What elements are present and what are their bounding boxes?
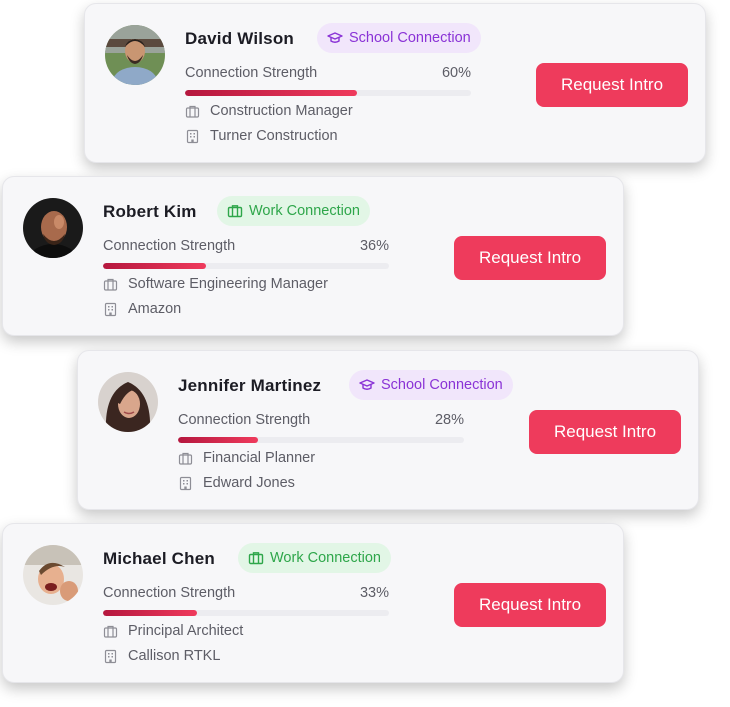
school-connection-badge: School Connection [317,23,481,53]
avatar [23,545,83,605]
contact-name: Michael Chen [103,549,215,568]
contact-name: Robert Kim [103,202,197,221]
company-text: Turner Construction [210,128,338,144]
company: Edward Jones [178,475,295,491]
company: Turner Construction [185,128,338,144]
graduation-cap-icon [359,377,375,393]
avatar [105,25,165,85]
job-title-text: Software Engineering Manager [128,276,328,292]
connection-strength-label: Connection Strength [178,412,311,428]
badge-label: School Connection [349,30,471,46]
briefcase-icon [178,451,193,466]
contact-name: Jennifer Martinez [178,376,322,395]
company-text: Amazon [128,301,182,317]
job-title: Construction Manager [185,103,353,119]
graduation-cap-icon [327,30,343,46]
company-text: Edward Jones [203,475,295,491]
avatar [23,198,83,258]
connection-strength-fill [178,437,259,443]
work-connection-badge: Work Connection [217,196,370,226]
briefcase-icon [103,624,118,639]
connection-strength-label: Connection Strength [103,238,236,254]
connection-strength-value: 60% [441,65,471,81]
connection-strength-fill [103,263,206,269]
connection-card-jennifer-martinez: Jennifer Martinez School Connection Conn… [77,350,699,510]
job-title: Financial Planner [178,450,315,466]
connection-strength-bar [103,610,389,616]
connection-strength-bar [103,263,389,269]
connection-card-david-wilson: David Wilson School Connection Connectio… [84,3,706,163]
connection-card-michael-chen: Michael Chen Work Connection Connection … [2,523,624,683]
building-icon [178,476,193,491]
briefcase-icon [185,104,200,119]
job-title: Principal Architect [103,623,243,639]
connections-stage: David Wilson School Connection Connectio… [0,0,730,707]
connection-card-robert-kim: Robert Kim Work Connection Connection St… [2,176,624,336]
company: Amazon [103,301,181,317]
request-intro-button[interactable]: Request Intro [529,410,681,454]
work-connection-badge: Work Connection [238,543,391,573]
job-title-text: Financial Planner [203,450,316,466]
request-intro-button[interactable]: Request Intro [536,63,688,107]
connection-strength-value: 33% [359,585,389,601]
badge-label: Work Connection [270,550,381,566]
company-text: Callison RTKL [128,648,221,664]
building-icon [185,129,200,144]
request-intro-button[interactable]: Request Intro [454,236,606,280]
connection-strength-value: 28% [434,412,464,428]
connection-strength-bar [178,437,464,443]
company: Callison RTKL [103,648,220,664]
connection-strength-bar [185,90,471,96]
briefcase-icon [248,550,264,566]
connection-strength-fill [185,90,357,96]
briefcase-icon [103,277,118,292]
request-intro-button[interactable]: Request Intro [454,583,606,627]
contact-name: David Wilson [185,29,294,48]
school-connection-badge: School Connection [349,370,513,400]
badge-label: School Connection [381,377,503,393]
job-title-text: Construction Manager [210,103,353,119]
briefcase-icon [227,203,243,219]
connection-strength-label: Connection Strength [185,65,318,81]
connection-strength-value: 36% [359,238,389,254]
connection-strength-label: Connection Strength [103,585,236,601]
job-title-text: Principal Architect [128,623,244,639]
building-icon [103,302,118,317]
building-icon [103,649,118,664]
job-title: Software Engineering Manager [103,276,328,292]
avatar [98,372,158,432]
connection-strength-fill [103,610,198,616]
badge-label: Work Connection [249,203,360,219]
